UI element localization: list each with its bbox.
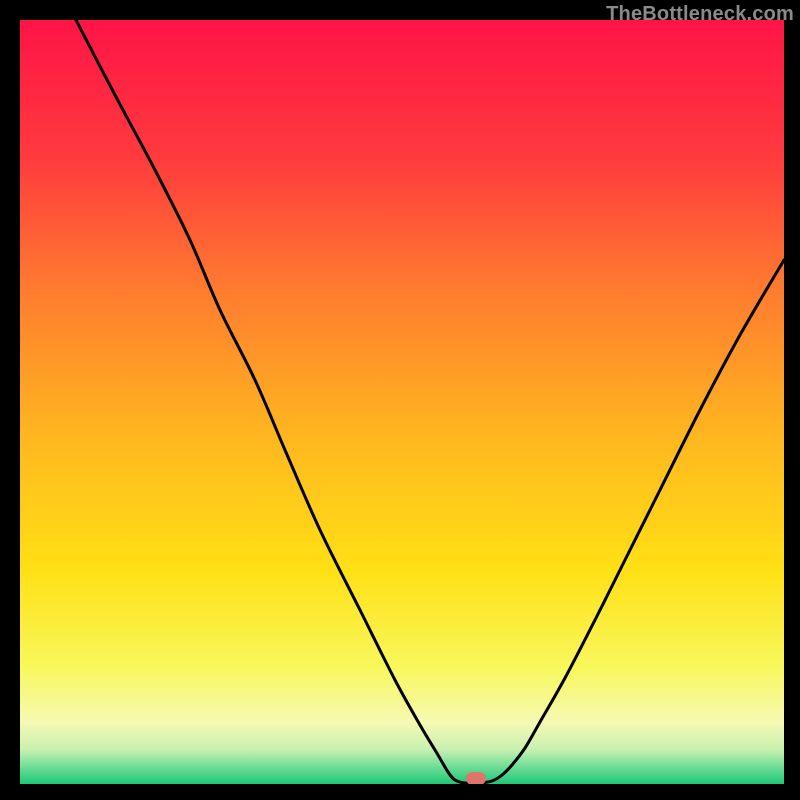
chart-marker xyxy=(466,772,486,785)
chart-line-series xyxy=(20,20,784,784)
chart-stage: TheBottleneck.com xyxy=(0,0,800,800)
plot-area xyxy=(20,20,784,784)
